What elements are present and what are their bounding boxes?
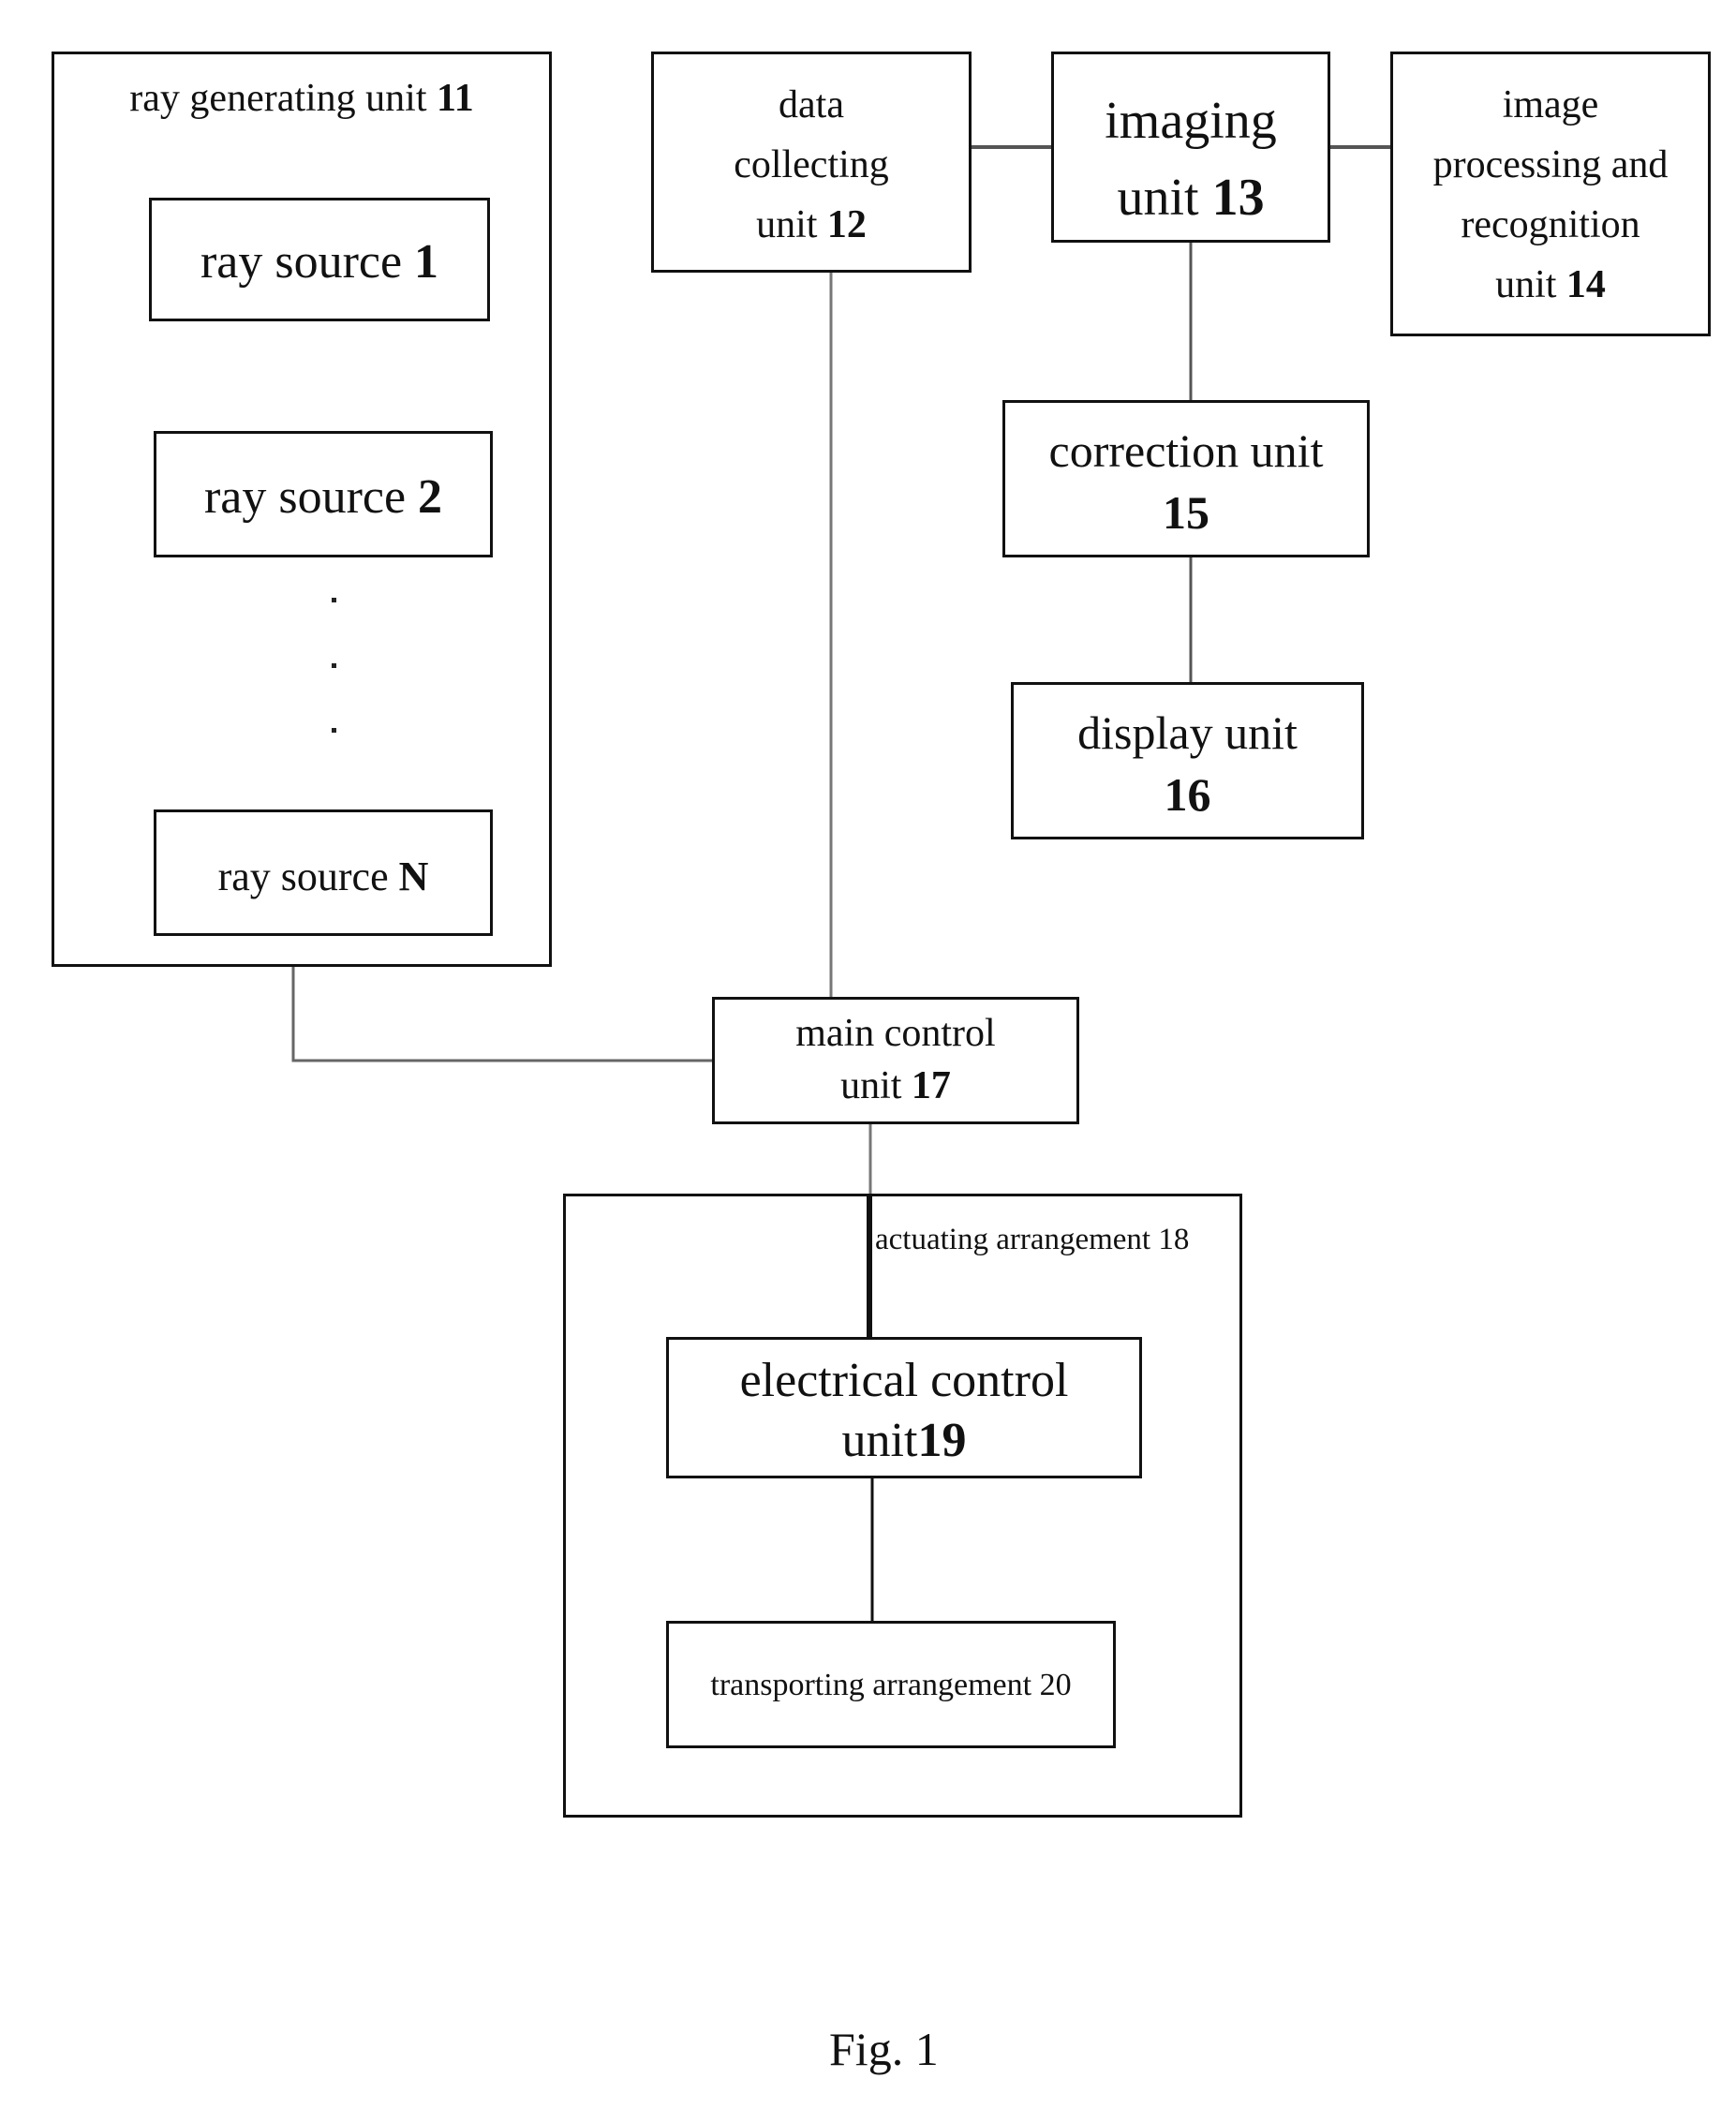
ray-source-n: ray source N (154, 809, 493, 936)
ray-generating-unit-label: ray generating unit 11 (129, 77, 474, 120)
display-unit: display unit 16 (1011, 682, 1364, 839)
main-control-unit: main control unit 17 (712, 997, 1079, 1124)
figure-caption: Fig. 1 (829, 2023, 939, 2075)
ray-source-1: ray source 1 (149, 198, 490, 321)
ray-source-1-label: ray source 1 (200, 235, 439, 289)
main-control-unit-label: main control unit 17 (795, 1012, 996, 1107)
connector-ray-main (291, 967, 712, 1062)
imaging-unit-label: imaging unit 13 (1105, 92, 1277, 227)
correction-unit-label: correction unit 15 (1048, 424, 1324, 539)
transporting-arrangement: transporting arrangement 20 (666, 1621, 1116, 1748)
correction-unit: correction unit 15 (1002, 400, 1370, 557)
ray-source-2: ray source 2 (154, 431, 493, 557)
ellipsis-dot (332, 728, 336, 733)
transporting-arrangement-label: transporting arrangement 20 (710, 1668, 1072, 1702)
image-processing-unit-label: image processing and recognition unit 14 (1432, 83, 1669, 306)
electrical-control-unit: electrical control unit19 (666, 1337, 1142, 1478)
display-unit-label: display unit 16 (1077, 706, 1298, 821)
ellipsis-dot (332, 598, 336, 602)
imaging-unit: imaging unit 13 (1051, 52, 1330, 243)
electrical-control-unit-label: electrical control unit19 (739, 1354, 1069, 1467)
ray-source-n-label: ray source N (217, 854, 429, 899)
data-collecting-unit-label: data collecting unit 12 (734, 83, 889, 246)
image-processing-recognition-unit: image processing and recognition unit 14 (1390, 52, 1711, 336)
ellipsis-dot (332, 663, 336, 668)
data-collecting-unit: data collecting unit 12 (651, 52, 972, 273)
actuating-arrangement-label: actuating arrangement 18 (875, 1223, 1190, 1256)
ray-source-2-label: ray source 2 (203, 470, 443, 524)
